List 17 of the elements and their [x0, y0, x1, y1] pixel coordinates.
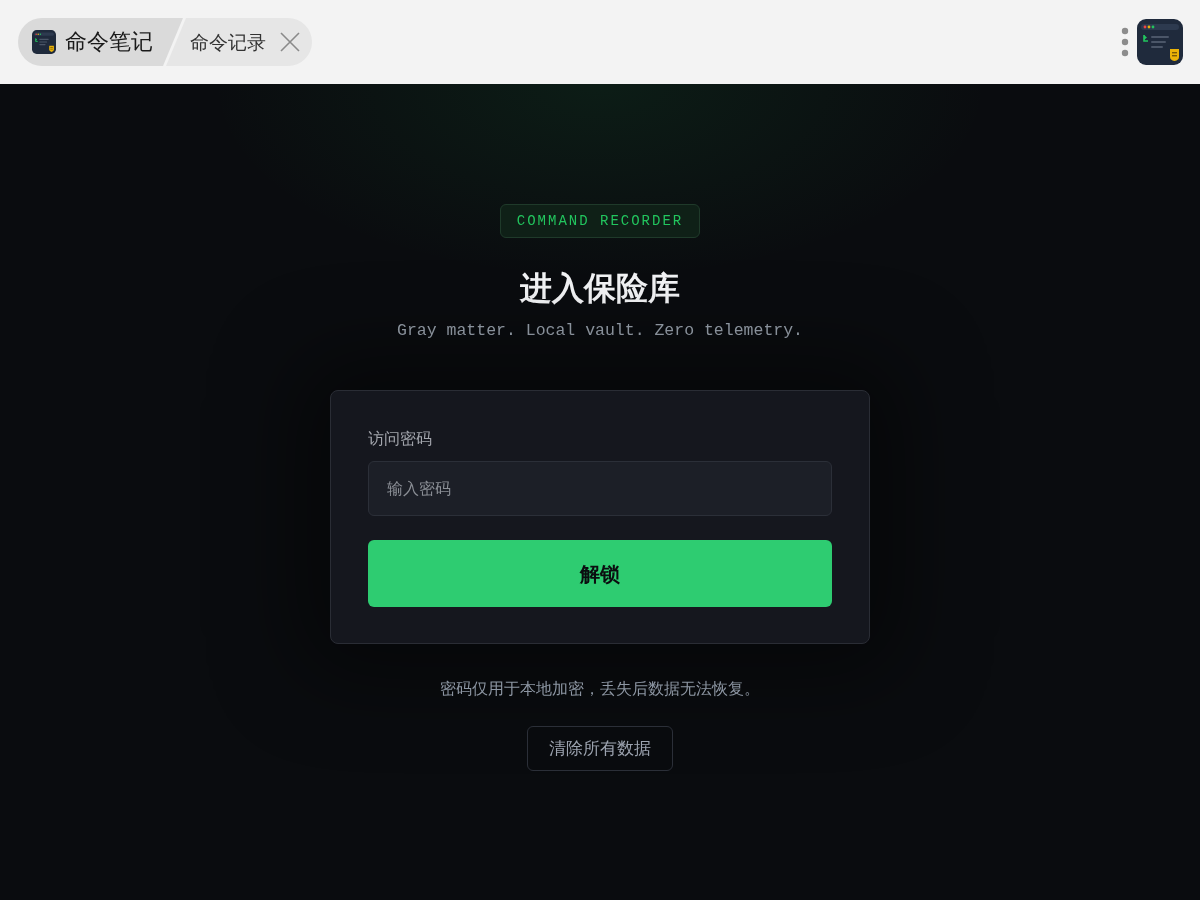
- password-field[interactable]: 输入密码: [368, 461, 832, 516]
- clear-data-button[interactable]: 清除所有数据: [527, 726, 673, 771]
- subtitle: Gray matter. Local vault. Zero telemetry.: [397, 320, 803, 342]
- page-title: 进入保险库: [520, 269, 680, 308]
- kebab-menu-icon: [1121, 27, 1129, 57]
- menu-button[interactable]: [1119, 26, 1131, 58]
- app-title: 命令笔记: [65, 31, 153, 53]
- badge: COMMAND RECORDER: [499, 204, 701, 238]
- warning-note: 密码仅用于本地加密，丢失后数据无法恢复。: [440, 679, 760, 699]
- tab-label: 命令记录: [190, 32, 266, 52]
- tab[interactable]: 命令记录: [166, 18, 312, 66]
- terminal-window-icon: [1137, 19, 1183, 65]
- close-icon: [280, 32, 300, 52]
- close-button[interactable]: [278, 30, 302, 54]
- unlock-button[interactable]: 解锁: [368, 540, 832, 607]
- terminal-window-icon: [32, 30, 56, 54]
- field-label: 访问密码: [368, 429, 433, 449]
